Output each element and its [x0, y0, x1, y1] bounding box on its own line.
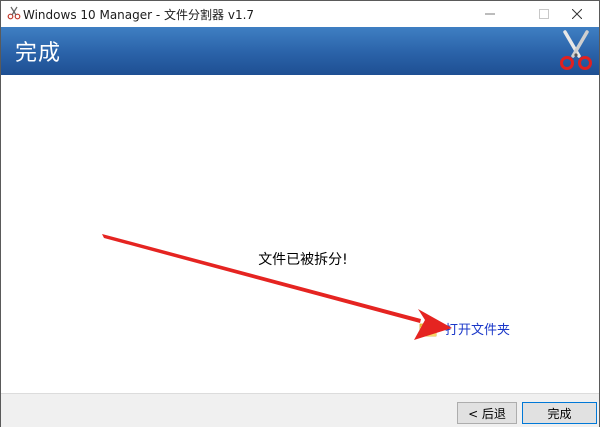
open-folder-label: 打开文件夹: [445, 323, 511, 338]
message-text: 文件已被拆分!: [258, 252, 348, 268]
scissors-app-icon: [7, 6, 21, 20]
split-complete-message: 文件已被拆分!: [1, 249, 599, 269]
wizard-content: 文件已被拆分!: [1, 75, 599, 393]
back-button[interactable]: < 后退: [457, 402, 517, 424]
wizard-footer: < 后退 完成: [1, 393, 599, 427]
open-folder-link[interactable]: 打开文件夹: [419, 319, 510, 338]
minimize-button[interactable]: [468, 1, 512, 27]
app-window: Windows 10 Manager - 文件分割器 v1.7 完成 文件已被拆…: [0, 0, 600, 427]
close-icon: [572, 9, 582, 19]
finish-button[interactable]: 完成: [522, 402, 597, 424]
page-title: 完成: [15, 41, 62, 66]
window-title: Windows 10 Manager - 文件分割器 v1.7: [23, 8, 255, 22]
title-bar[interactable]: Windows 10 Manager - 文件分割器 v1.7: [1, 1, 599, 27]
scissors-icon: [560, 30, 592, 70]
minimize-icon: [485, 13, 495, 15]
maximize-icon: [539, 9, 549, 19]
folder-icon: [419, 323, 437, 336]
wizard-header: 完成: [1, 27, 599, 75]
close-button[interactable]: [555, 1, 599, 27]
